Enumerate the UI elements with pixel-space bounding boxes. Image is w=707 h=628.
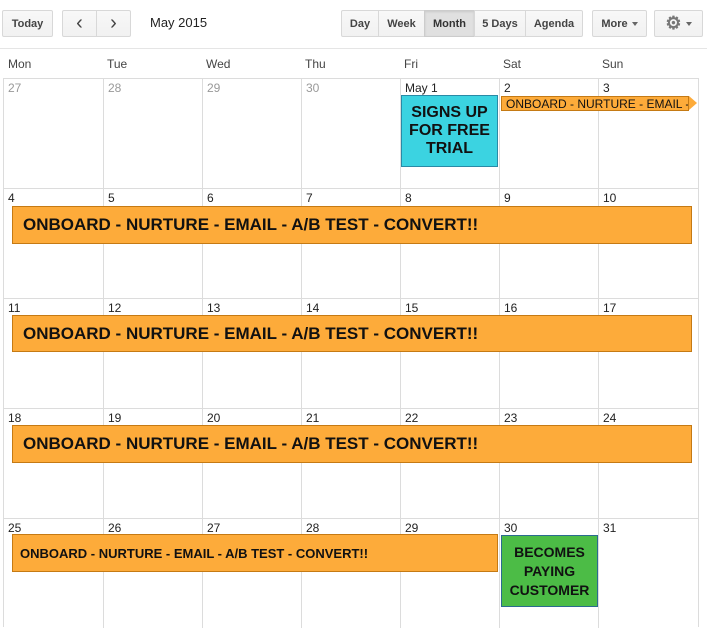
day-cell[interactable]: 28 bbox=[103, 79, 202, 188]
day-number[interactable]: 12 bbox=[108, 301, 121, 315]
day-number[interactable]: 27 bbox=[207, 521, 220, 535]
day-number[interactable]: 10 bbox=[603, 191, 616, 205]
day-number[interactable]: 23 bbox=[504, 411, 517, 425]
day-number[interactable]: 18 bbox=[8, 411, 21, 425]
caret-down-icon bbox=[631, 21, 638, 26]
view-switcher: Day Week Month 5 Days Agenda bbox=[341, 10, 583, 37]
view-week-button[interactable]: Week bbox=[378, 10, 425, 37]
day-number[interactable]: 9 bbox=[504, 191, 511, 205]
day-number[interactable]: 29 bbox=[207, 81, 220, 95]
weekday-header: Mon Tue Wed Thu Fri Sat Sun bbox=[3, 55, 699, 78]
gear-icon: ⚙ bbox=[665, 13, 682, 33]
day-cell[interactable]: 29 bbox=[202, 79, 301, 188]
chevron-right-icon: › bbox=[110, 12, 117, 34]
nav-buttons: ‹ › bbox=[62, 10, 131, 37]
caret-down-icon bbox=[685, 21, 692, 26]
view-day-button[interactable]: Day bbox=[341, 10, 379, 37]
day-number[interactable]: 15 bbox=[405, 301, 418, 315]
weekday-label: Thu bbox=[305, 57, 326, 71]
prev-month-button[interactable]: ‹ bbox=[62, 10, 97, 37]
day-number[interactable]: 13 bbox=[207, 301, 220, 315]
day-number[interactable]: 25 bbox=[8, 521, 21, 535]
day-number[interactable]: 30 bbox=[504, 521, 517, 535]
view-month-button[interactable]: Month bbox=[424, 10, 475, 37]
day-cell[interactable]: 30 bbox=[301, 79, 400, 188]
day-number[interactable]: 20 bbox=[207, 411, 220, 425]
day-number[interactable]: 16 bbox=[504, 301, 517, 315]
calendar-toolbar: Today ‹ › May 2015 Day Week Month 5 Days… bbox=[0, 0, 707, 48]
settings-button[interactable]: ⚙ bbox=[654, 10, 703, 37]
event-becomes-paying[interactable]: BECOMES PAYING CUSTOMER bbox=[501, 535, 598, 607]
event-continues-arrow-icon bbox=[689, 96, 697, 110]
weekday-label: Sun bbox=[602, 57, 624, 71]
event-onboard-week4[interactable]: ONBOARD - NURTURE - EMAIL - A/B TEST - C… bbox=[12, 425, 692, 463]
day-number[interactable]: 22 bbox=[405, 411, 418, 425]
day-number[interactable]: 26 bbox=[108, 521, 121, 535]
day-number[interactable]: 4 bbox=[8, 191, 15, 205]
next-month-button[interactable]: › bbox=[96, 10, 131, 37]
today-button[interactable]: Today bbox=[2, 10, 53, 37]
event-onboard-week5[interactable]: ONBOARD - NURTURE - EMAIL - A/B TEST - C… bbox=[12, 534, 498, 572]
day-number[interactable]: 3 bbox=[603, 81, 610, 95]
current-month-title: May 2015 bbox=[150, 15, 208, 30]
view-5days-button[interactable]: 5 Days bbox=[474, 10, 526, 37]
toolbar-divider bbox=[0, 48, 707, 49]
day-number[interactable]: 27 bbox=[8, 81, 21, 95]
more-button[interactable]: More bbox=[592, 10, 647, 37]
day-number[interactable]: 19 bbox=[108, 411, 121, 425]
day-cell[interactable]: 27 bbox=[4, 79, 103, 188]
day-number[interactable]: 24 bbox=[603, 411, 616, 425]
day-number[interactable]: 31 bbox=[603, 521, 616, 535]
event-onboard-week2[interactable]: ONBOARD - NURTURE - EMAIL - A/B TEST - C… bbox=[12, 206, 692, 244]
day-number[interactable]: 28 bbox=[108, 81, 121, 95]
day-number[interactable]: 11 bbox=[8, 301, 20, 315]
event-onboard-week1[interactable]: ONBOARD - NURTURE - EMAIL - bbox=[501, 96, 689, 111]
day-number[interactable]: 30 bbox=[306, 81, 319, 95]
day-number[interactable]: 5 bbox=[108, 191, 115, 205]
day-number[interactable]: 8 bbox=[405, 191, 412, 205]
day-number[interactable]: 2 bbox=[504, 81, 511, 95]
day-number[interactable]: 14 bbox=[306, 301, 319, 315]
chevron-left-icon: ‹ bbox=[76, 12, 83, 34]
weekday-label: Wed bbox=[206, 57, 231, 71]
event-onboard-week3[interactable]: ONBOARD - NURTURE - EMAIL - A/B TEST - C… bbox=[12, 315, 692, 352]
day-number[interactable]: 29 bbox=[405, 521, 418, 535]
day-cell[interactable]: 31 bbox=[598, 519, 698, 628]
week-row: 27 28 29 30 May 1 2 3 bbox=[4, 78, 698, 188]
event-signs-up[interactable]: SIGNS UP FOR FREE TRIAL bbox=[401, 95, 498, 167]
weekday-label: Mon bbox=[8, 57, 32, 71]
day-number[interactable]: 28 bbox=[306, 521, 319, 535]
day-number[interactable]: 7 bbox=[306, 191, 313, 205]
more-label: More bbox=[601, 17, 628, 30]
day-number[interactable]: 6 bbox=[207, 191, 214, 205]
weekday-label: Sat bbox=[503, 57, 522, 71]
weekday-label: Fri bbox=[404, 57, 418, 71]
day-number[interactable]: 21 bbox=[306, 411, 319, 425]
view-agenda-button[interactable]: Agenda bbox=[525, 10, 583, 37]
day-number[interactable]: 17 bbox=[603, 301, 616, 315]
weekday-label: Tue bbox=[107, 57, 128, 71]
day-number[interactable]: May 1 bbox=[405, 81, 438, 95]
